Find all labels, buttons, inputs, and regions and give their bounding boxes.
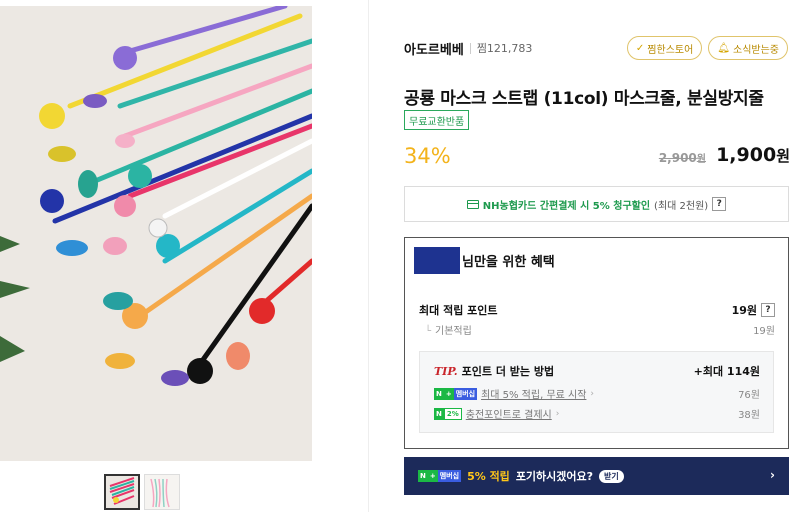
store-zzim-count: 찜121,783 [476, 42, 533, 55]
zzim-store-button[interactable]: ✓ 찜한스토어 [626, 36, 703, 60]
dinosaur-strap-photo [0, 6, 312, 461]
membership-link[interactable]: 최대 5% 적립, 무료 시작 [481, 386, 586, 401]
masked-username [414, 246, 460, 274]
sale-price-unit: 원 [776, 147, 790, 165]
max-point-value: 19원 [731, 304, 757, 317]
product-title: 공룡 마스크 스트랩 (11col) 마스크줄, 분실방지줄 [404, 89, 764, 109]
original-price-unit: 원 [696, 154, 706, 165]
credit-card-icon [466, 199, 479, 209]
check-icon: ✓ [635, 42, 645, 54]
tip-label: TIP. [434, 365, 458, 378]
benefit-title: 님만을 위한 혜택 [462, 254, 555, 270]
store-separator [469, 42, 471, 54]
naver-n-icon: N [434, 407, 444, 420]
tip-title: 포인트 더 받는 방법 [461, 365, 555, 378]
membership-banner[interactable]: N + 멤버십 5% 적립 포기하시겠어요? 받기 › [404, 457, 789, 495]
membership-label: 멤버십 [437, 470, 462, 482]
charge-point-link[interactable]: 충전포인트로 결제시 [466, 406, 552, 421]
card-help-button[interactable]: ? [712, 197, 727, 211]
membership-point-value: 76원 [738, 390, 760, 401]
naver-n-icon: N [434, 387, 444, 400]
tip-header: TIP. 포인트 더 받는 방법 +최대 114원 [434, 363, 760, 379]
basic-point-label: 기본적립 [419, 322, 472, 337]
store-name[interactable]: 아도르베베 [404, 39, 464, 58]
card-discount-max: (최대 2천원) [654, 200, 709, 212]
point-help-button[interactable]: ? [761, 303, 775, 317]
chevron-right-icon: › [770, 468, 775, 482]
news-subscribe-button[interactable]: 🔔︎ 소식받는중 [708, 36, 788, 60]
naver-n-icon: N [418, 470, 428, 482]
tip-charge-row[interactable]: N 2% 충전포인트로 결제시 › 38원 [434, 406, 760, 421]
charge-percent-label: 2% [443, 407, 462, 420]
price-row: 34% 2,900원 1,900원 [404, 144, 790, 174]
tip-membership-row[interactable]: N + 멤버십 최대 5% 적립, 무료 시작 › 76원 [434, 386, 760, 401]
benefit-box: 님만을 위한 혜택 최대 적립 포인트 19원 ? 기본적립 19원 TIP.포… [404, 237, 789, 449]
store-row: 아도르베베 찜121,783 ✓ 찜한스토어 🔔︎ 소식받는중 [404, 36, 794, 60]
naver-plus-membership-badge: N + 멤버십 [418, 470, 462, 482]
membership-label: 멤버십 [453, 387, 478, 400]
max-point-label: 최대 적립 포인트 [419, 304, 498, 317]
basic-point-value: 19원 [753, 326, 775, 337]
news-subscribe-label: 소식받는중 [733, 44, 779, 56]
free-return-badge: 무료교환반품 [404, 110, 470, 130]
tip-total: +최대 114원 [693, 365, 760, 378]
sale-price: 1,900원 [716, 144, 790, 166]
chevron-right-icon: › [555, 408, 560, 419]
basic-point-row: 기본적립 19원 [419, 322, 775, 337]
sale-price-value: 1,900 [716, 144, 777, 166]
banner-highlight: 5% 적립 [467, 470, 510, 483]
card-discount-text: NH농협카드 간편결제 시 5% 청구할인 [482, 200, 651, 212]
chevron-right-icon: › [590, 388, 595, 399]
store-buttons: ✓ 찜한스토어 🔔︎ 소식받는중 [626, 36, 788, 60]
thumbnail-list [104, 474, 180, 510]
max-point-value-wrap: 19원 ? [732, 302, 775, 318]
product-info-panel: 아도르베베 찜121,783 ✓ 찜한스토어 🔔︎ 소식받는중 공룡 마스크 스… [404, 0, 796, 512]
product-main-image[interactable] [0, 6, 312, 461]
discount-rate: 34% [404, 144, 451, 168]
column-divider [368, 0, 369, 512]
banner-get-button[interactable]: 받기 [599, 469, 624, 483]
card-discount-box: NH농협카드 간편결제 시 5% 청구할인 (최대 2천원) ? [404, 186, 789, 222]
thumbnail-1[interactable] [104, 474, 140, 510]
thumbnail-2[interactable] [144, 474, 180, 510]
banner-text: 포기하시겠어요? [515, 470, 594, 483]
zzim-store-label: 찜한스토어 [647, 44, 694, 56]
original-price: 2,900원 [659, 150, 706, 165]
naver-charge-badge: N 2% [434, 407, 462, 420]
original-price-value: 2,900 [658, 151, 697, 165]
benefit-header: 님만을 위한 혜택 [414, 246, 555, 274]
max-point-row: 최대 적립 포인트 19원 ? [419, 302, 775, 318]
charge-point-value: 38원 [738, 410, 760, 421]
product-gallery [0, 0, 312, 512]
plus-icon: + [427, 470, 438, 482]
naver-plus-membership-badge: N + 멤버십 [434, 387, 478, 400]
tip-box: TIP. 포인트 더 받는 방법 +최대 114원 N + 멤버십 최대 5% 적… [419, 351, 774, 433]
plus-icon: + [443, 387, 454, 400]
bell-icon: 🔔︎ [717, 42, 730, 54]
